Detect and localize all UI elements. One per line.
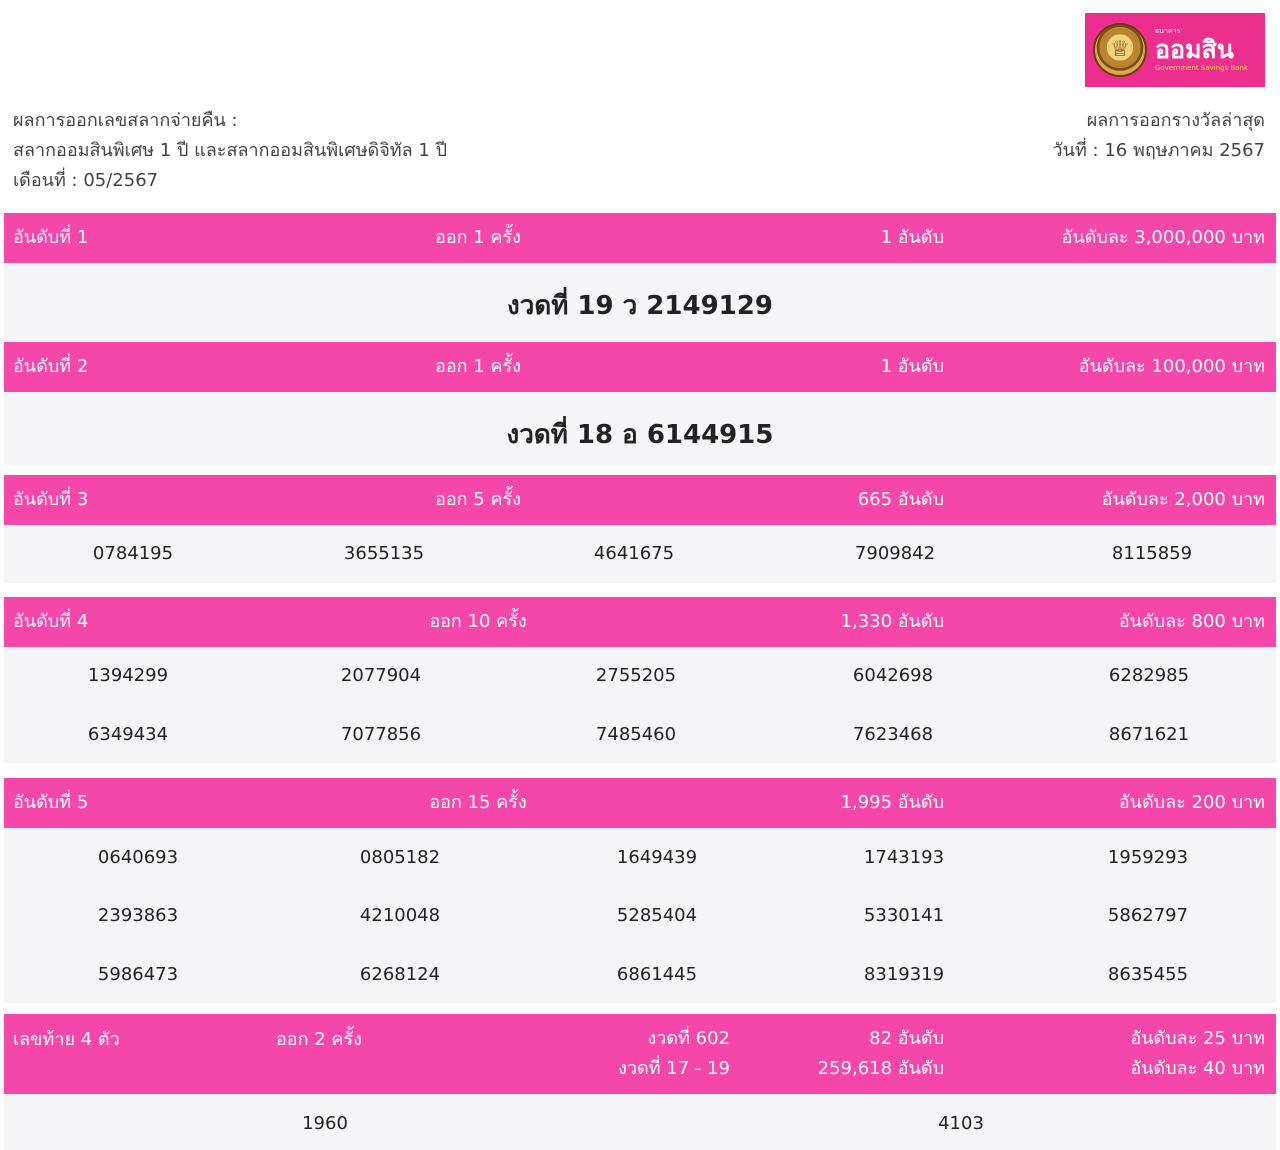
prize-5-number: 1649439 — [616, 847, 698, 868]
result-title: ผลการออกเลขสลากจ่ายคืน : — [13, 110, 238, 131]
prize-draws: ออก 1 ครั้ง — [435, 227, 521, 248]
latest-draw-title: ผลการออกรางวัลล่าสุด — [1086, 110, 1265, 131]
prize-rank: อันดับที่ 1 — [13, 227, 89, 248]
result-info: ผลการออกเลขสลากจ่ายคืน : สลากออมสินพิเศษ… — [13, 106, 447, 196]
prize-5-number: 0640693 — [97, 847, 179, 868]
prize-5-number: 5862797 — [1107, 905, 1189, 926]
last4-label: เลขท้าย 4 ตัว — [13, 1029, 120, 1050]
prize-5-number: 0805182 — [359, 847, 441, 868]
prize-rank: อันดับที่ 5 — [13, 792, 89, 813]
prize-rank: อันดับที่ 4 — [13, 611, 89, 632]
prize-4-number: 2077904 — [340, 665, 422, 686]
prize-4-number: 6042698 — [852, 665, 934, 686]
prize-5-number: 8319319 — [863, 964, 945, 985]
prize-2-number: งวดที่ 18 อ 6144915 — [506, 420, 774, 450]
prize-5-number: 8635455 — [1107, 964, 1189, 985]
result-month: เดือนที่ : 05/2567 — [13, 170, 159, 191]
last4-header: เลขท้าย 4 ตัว ออก 2 ครั้ง งวดที่ 602 งวด… — [4, 1014, 1276, 1094]
prize-4-number: 6349434 — [87, 724, 169, 745]
latest-draw-date: วันที่ : 16 พฤษภาคม 2567 — [1052, 140, 1265, 161]
prize-5-number: 1959293 — [1107, 847, 1189, 868]
prize-draws: ออก 5 ครั้ง — [435, 489, 521, 510]
last4-amount: อันดับละ 40 บาท — [1130, 1058, 1265, 1079]
prize-4-number: 1394299 — [87, 665, 169, 686]
prize-3-number: 8115859 — [1111, 543, 1193, 564]
prize-1-number: งวดที่ 19 ว 2149129 — [507, 291, 773, 321]
prize-4-number: 2755205 — [595, 665, 677, 686]
prize-amount: อันดับละ 800 บาท — [1118, 611, 1265, 632]
lottery-results-page: ♕ ธนาคาร ออมสิน Government Savings Bank … — [0, 0, 1280, 1150]
prize-3-number: 0784195 — [92, 543, 174, 564]
gsb-seal-icon: ♕ — [1093, 23, 1147, 77]
prize-4-number: 6282985 — [1108, 665, 1190, 686]
prize-rank: อันดับที่ 3 — [13, 489, 89, 510]
prize-amount: อันดับละ 2,000 บาท — [1101, 489, 1265, 510]
prize-4-number: 8671621 — [1108, 724, 1190, 745]
logo-subtitle: Government Savings Bank — [1155, 64, 1249, 72]
last4-amount: อันดับละ 25 บาท — [1130, 1028, 1265, 1049]
prize-5-number: 5330141 — [863, 905, 945, 926]
prize-header-4: อันดับที่ 4 ออก 10 ครั้ง 1,330 อันดับ อั… — [4, 597, 1276, 647]
prize-count: 1 อันดับ — [880, 356, 944, 377]
logo-name: ออมสิน — [1155, 35, 1234, 64]
prize-draws: ออก 10 ครั้ง — [429, 611, 527, 632]
prize-amount: อันดับละ 200 บาท — [1118, 792, 1265, 813]
prize-4-number: 7485460 — [595, 724, 677, 745]
prize-count: 1,995 อันดับ — [840, 792, 944, 813]
prize-count: 665 อันดับ — [857, 489, 944, 510]
prize-count: 1 อันดับ — [880, 227, 944, 248]
prize-5-number: 5285404 — [616, 905, 698, 926]
logo-small-text: ธนาคาร — [1155, 27, 1181, 35]
last4-number: 1960 — [302, 1113, 348, 1134]
prize-draws: ออก 1 ครั้ง — [435, 356, 521, 377]
prize-rank: อันดับที่ 2 — [13, 356, 89, 377]
logo-text: ธนาคาร ออมสิน Government Savings Bank — [1155, 28, 1248, 72]
prize-count: 1,330 อันดับ — [840, 611, 944, 632]
prize-5-number: 5986473 — [97, 964, 179, 985]
prize-3-number: 3655135 — [343, 543, 425, 564]
last4-panel — [4, 1094, 1276, 1150]
last4-counts: 82 อันดับ 259,618 อันดับ — [818, 1024, 944, 1084]
prize-3-number: 4641675 — [593, 543, 675, 564]
prize-5-number: 4210048 — [359, 905, 441, 926]
prize-header-1: อันดับที่ 1 ออก 1 ครั้ง 1 อันดับ อันดับล… — [4, 213, 1276, 263]
last4-period: งวดที่ 17 - 19 — [618, 1058, 730, 1079]
prize-5-number: 1743193 — [863, 847, 945, 868]
lottery-name: สลากออมสินพิเศษ 1 ปี และสลากออมสินพิเศษด… — [13, 140, 448, 161]
prize-5-number: 2393863 — [97, 905, 179, 926]
prize-5-number: 6268124 — [359, 964, 441, 985]
prize-draws: ออก 15 ครั้ง — [429, 792, 527, 813]
prize-header-5: อันดับที่ 5 ออก 15 ครั้ง 1,995 อันดับ อั… — [4, 778, 1276, 828]
prize-amount: อันดับละ 3,000,000 บาท — [1061, 227, 1265, 248]
last4-count: 82 อันดับ — [869, 1028, 944, 1049]
prize-5-number: 6861445 — [616, 964, 698, 985]
last4-period: งวดที่ 602 — [647, 1028, 730, 1049]
prize-4-number: 7077856 — [340, 724, 422, 745]
last4-draws: ออก 2 ครั้ง — [276, 1029, 362, 1050]
last4-number: 4103 — [938, 1113, 984, 1134]
latest-draw-info: ผลการออกรางวัลล่าสุด วันที่ : 16 พฤษภาคม… — [1053, 106, 1265, 166]
last4-amounts: อันดับละ 25 บาท อันดับละ 40 บาท — [1130, 1024, 1265, 1084]
gsb-logo[interactable]: ♕ ธนาคาร ออมสิน Government Savings Bank — [1085, 13, 1265, 87]
prize-header-3: อันดับที่ 3 ออก 5 ครั้ง 665 อันดับ อันดั… — [4, 475, 1276, 525]
prize-3-number: 7909842 — [854, 543, 936, 564]
last4-periods: งวดที่ 602 งวดที่ 17 - 19 — [618, 1024, 730, 1084]
prize-amount: อันดับละ 100,000 บาท — [1078, 356, 1265, 377]
last4-count: 259,618 อันดับ — [817, 1058, 944, 1079]
prize-header-2: อันดับที่ 2 ออก 1 ครั้ง 1 อันดับ อันดับล… — [4, 342, 1276, 392]
prize-4-number: 7623468 — [852, 724, 934, 745]
